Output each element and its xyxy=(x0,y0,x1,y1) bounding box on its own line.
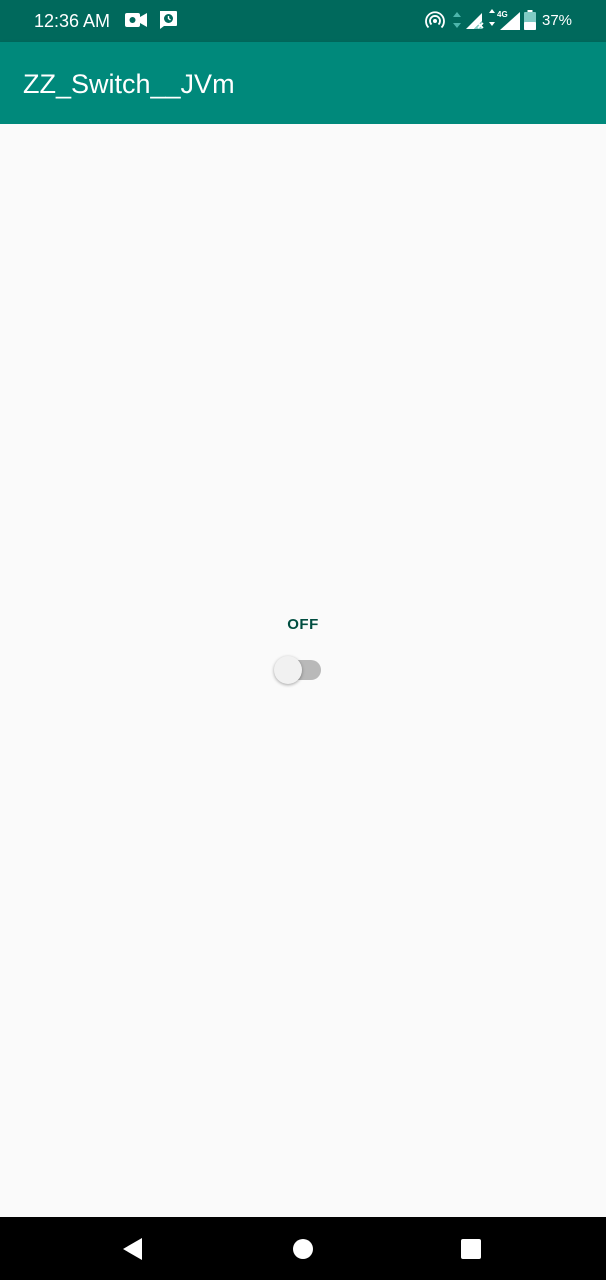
navigation-bar xyxy=(0,1217,606,1280)
battery-icon xyxy=(524,10,536,30)
alarm-icon xyxy=(160,11,177,29)
network-type-label: 4G xyxy=(497,10,508,19)
home-icon[interactable] xyxy=(288,1234,318,1264)
recents-icon[interactable] xyxy=(456,1234,486,1264)
data-arrows-icon xyxy=(453,12,461,28)
status-time: 12:36 AM xyxy=(34,11,111,31)
battery-percent: 37% xyxy=(542,12,573,29)
signal-4g-icon: 4G xyxy=(489,9,520,30)
app-bar: ZZ_Switch__JVm xyxy=(0,42,606,124)
main-content: OFF xyxy=(0,124,606,1217)
video-camera-icon xyxy=(125,13,147,27)
status-bar: 12:36 AM 4G 37% xyxy=(0,0,606,42)
switch-thumb[interactable] xyxy=(274,656,302,684)
page-title: ZZ_Switch__JVm xyxy=(23,69,235,99)
back-icon[interactable] xyxy=(118,1234,148,1264)
hotspot-icon xyxy=(425,11,445,29)
signal-no-sim-icon xyxy=(466,13,484,29)
switch-state-label: OFF xyxy=(287,616,319,633)
toggle-switch[interactable] xyxy=(274,654,322,686)
